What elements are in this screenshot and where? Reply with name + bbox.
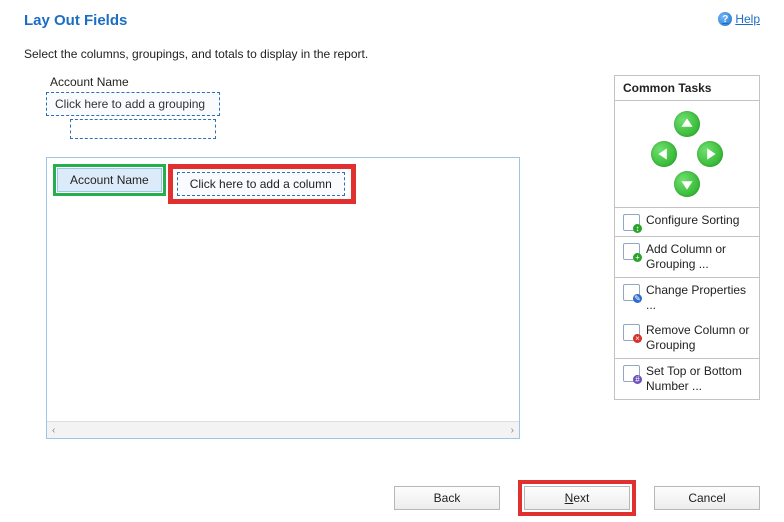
common-tasks-header: Common Tasks bbox=[615, 76, 759, 101]
help-link[interactable]: ? Help bbox=[718, 12, 760, 26]
task-label: Configure Sorting bbox=[646, 213, 739, 228]
task-label: Remove Column or Grouping bbox=[646, 323, 751, 353]
next-button[interactable]: Next bbox=[524, 486, 630, 510]
add-column-icon: + bbox=[623, 243, 640, 260]
move-left-button[interactable] bbox=[651, 141, 677, 167]
task-remove-column-grouping[interactable]: × Remove Column or Grouping bbox=[615, 318, 759, 358]
task-configure-sorting[interactable]: ↕ Configure Sorting bbox=[615, 208, 759, 236]
remove-column-icon: × bbox=[623, 324, 640, 341]
move-right-button[interactable] bbox=[697, 141, 723, 167]
help-icon: ? bbox=[718, 12, 732, 26]
task-change-properties[interactable]: ✎ Change Properties ... bbox=[615, 278, 759, 318]
move-down-button[interactable] bbox=[674, 171, 700, 197]
instructions-text: Select the columns, groupings, and total… bbox=[0, 29, 784, 67]
sort-icon: ↕ bbox=[623, 214, 640, 231]
task-label: Set Top or Bottom Number ... bbox=[646, 364, 751, 394]
wizard-buttons: Back Next Cancel bbox=[394, 480, 760, 516]
move-arrows-group bbox=[615, 101, 759, 208]
scroll-right-icon[interactable]: › bbox=[508, 425, 517, 436]
add-grouping-slot[interactable]: Click here to add a grouping bbox=[46, 92, 220, 116]
add-column-slot[interactable]: Click here to add a column bbox=[177, 172, 345, 196]
report-layout-panel: Account Name Click here to add a column … bbox=[46, 157, 520, 439]
highlight-next-button: Next bbox=[518, 480, 636, 516]
move-up-button[interactable] bbox=[674, 111, 700, 137]
cancel-button[interactable]: Cancel bbox=[654, 486, 760, 510]
task-add-column-grouping[interactable]: + Add Column or Grouping ... bbox=[615, 237, 759, 277]
properties-icon: ✎ bbox=[623, 284, 640, 301]
column-header-account-name[interactable]: Account Name bbox=[57, 168, 162, 192]
nested-grouping-slot[interactable] bbox=[70, 119, 216, 139]
highlight-add-column: Click here to add a column bbox=[168, 164, 356, 204]
highlight-selected-column: Account Name bbox=[53, 164, 166, 196]
common-tasks-panel: Common Tasks ↕ Configure Sorting + Add C… bbox=[614, 75, 760, 400]
help-label: Help bbox=[735, 12, 760, 26]
task-set-top-bottom[interactable]: # Set Top or Bottom Number ... bbox=[615, 359, 759, 399]
task-label: Change Properties ... bbox=[646, 283, 751, 313]
scroll-left-icon[interactable]: ‹ bbox=[49, 425, 58, 436]
task-label: Add Column or Grouping ... bbox=[646, 242, 751, 272]
horizontal-scrollbar[interactable]: ‹ › bbox=[47, 421, 519, 438]
back-button[interactable]: Back bbox=[394, 486, 500, 510]
top-bottom-icon: # bbox=[623, 365, 640, 382]
field-label-account-name: Account Name bbox=[50, 75, 588, 89]
page-title: Lay Out Fields bbox=[24, 12, 127, 29]
